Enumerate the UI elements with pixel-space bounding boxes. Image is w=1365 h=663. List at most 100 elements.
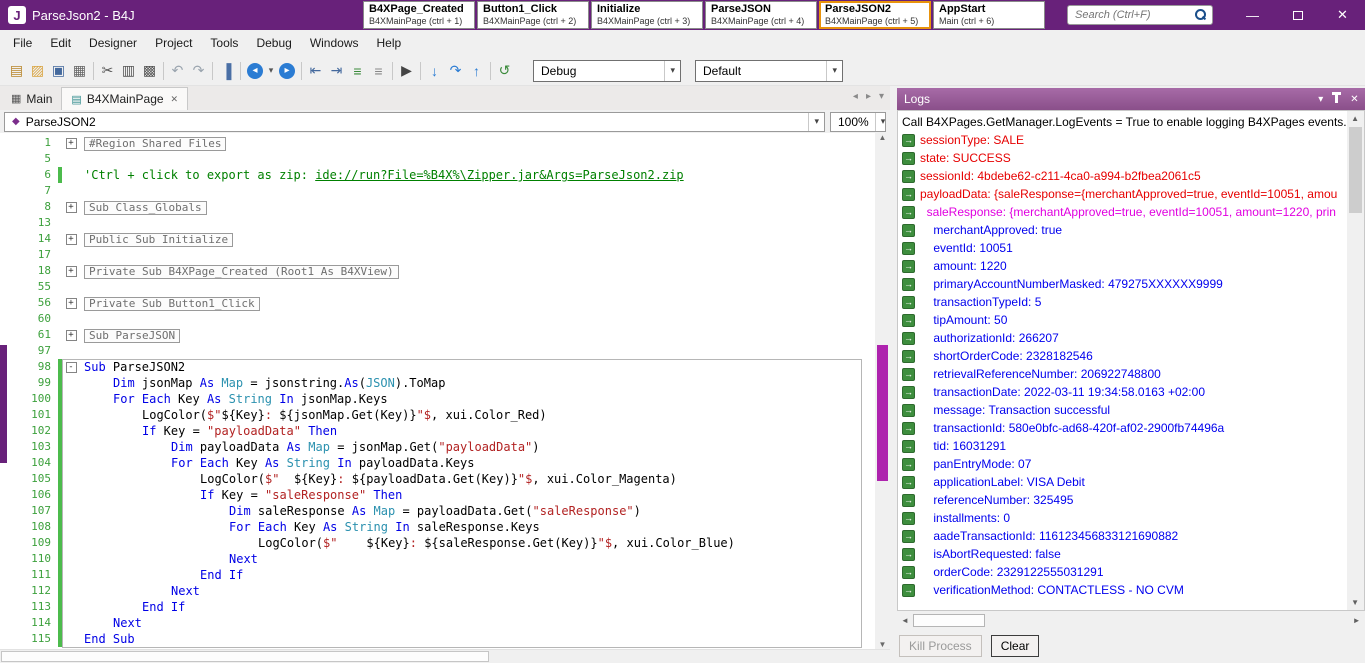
log-entry-icon[interactable]: → [902,296,915,309]
tab-scroll-left-icon[interactable]: ◂ [853,91,858,102]
log-entry-icon[interactable]: → [902,530,915,543]
search-input[interactable] [1073,8,1193,22]
log-entry-icon[interactable]: → [902,548,915,561]
code-line[interactable]: 18+Private Sub B4XPage_Created (Root1 As… [0,263,874,279]
save-all-icon[interactable]: ▦ [69,60,90,82]
code-line[interactable]: 103Dim payloadData As Map = jsonMap.Get(… [0,439,874,455]
code-line[interactable]: 17 [0,247,874,263]
debug-mode-select[interactable]: Debug ▾ [533,60,681,82]
menu-help[interactable]: Help [368,32,411,54]
code-line[interactable]: 14+Public Sub Initialize [0,231,874,247]
code-line[interactable]: 112Next [0,583,874,599]
fold-expand-icon[interactable]: + [66,330,77,341]
outdent-icon[interactable]: ⇤ [305,60,326,82]
log-entry-icon[interactable]: → [902,386,915,399]
indent-icon[interactable]: ⇥ [326,60,347,82]
bookmark-appstart[interactable]: AppStartMain (ctrl + 6) [933,1,1045,29]
kill-process-button[interactable]: Kill Process [899,635,982,657]
code-line[interactable]: 6'Ctrl + click to export as zip: ide://r… [0,167,874,183]
uncomment-icon[interactable]: ≡ [368,60,389,82]
copy-icon[interactable]: ▥ [118,60,139,82]
code-editor[interactable]: 1+#Region Shared Files56'Ctrl + click to… [0,133,890,649]
collapsed-sub-box[interactable]: #Region Shared Files [84,137,226,151]
menu-designer[interactable]: Designer [80,32,146,54]
build-config-select[interactable]: Default ▾ [695,60,843,82]
pin-icon[interactable] [1335,95,1338,103]
scroll-up-icon[interactable]: ▲ [1351,111,1359,126]
log-entry-icon[interactable]: → [902,152,915,165]
code-line[interactable]: 100For Each Key As String In jsonMap.Key… [0,391,874,407]
scroll-down-icon[interactable]: ▼ [1351,595,1359,610]
sub-navigator-select[interactable]: ◆ ParseJSON2 ▾ [4,112,825,132]
menu-tools[interactable]: Tools [201,32,247,54]
menu-file[interactable]: File [4,32,41,54]
bookmark-icon[interactable]: ▐ [216,60,237,82]
log-entry-icon[interactable]: → [902,134,915,147]
editor-horizontal-scrollbar[interactable] [0,649,890,663]
restart-icon[interactable]: ↺ [494,60,515,82]
code-line[interactable]: 8+Sub Class_Globals [0,199,874,215]
bookmark-parsejson[interactable]: ParseJSONB4XMainPage (ctrl + 4) [705,1,817,29]
code-line[interactable]: 5 [0,151,874,167]
maximize-button[interactable] [1275,0,1320,30]
open-project-icon[interactable]: ▨ [27,60,48,82]
minimize-button[interactable]: — [1230,0,1275,30]
navigate-back-icon[interactable]: ◂ [247,63,263,79]
collapsed-sub-box[interactable]: Private Sub Button1_Click [84,297,260,311]
code-line[interactable]: 102If Key = "payloadData" Then [0,423,874,439]
logs-hscroll-thumb[interactable] [913,614,985,627]
scroll-right-icon[interactable]: ► [1349,616,1365,625]
window-position-caret-icon[interactable]: ▾ [1318,94,1323,105]
new-module-icon[interactable]: ▤ [6,60,27,82]
zoom-select[interactable]: 100% ▾ [830,112,886,132]
redo-icon[interactable]: ↷ [188,60,209,82]
code-line[interactable]: 13 [0,215,874,231]
code-line[interactable]: 108For Each Key As String In saleRespons… [0,519,874,535]
log-entry-icon[interactable]: → [902,494,915,507]
log-entry-icon[interactable]: → [902,458,915,471]
log-entry-icon[interactable]: → [902,368,915,381]
menu-project[interactable]: Project [146,32,201,54]
editor-scroll-thumb[interactable] [877,345,888,481]
scroll-left-icon[interactable]: ◄ [897,616,913,625]
code-line[interactable]: 60 [0,311,874,327]
step-out-icon[interactable]: ↑ [466,60,487,82]
code-line[interactable]: 101LogColor($"${Key}: ${jsonMap.Get(Key)… [0,407,874,423]
log-entry-icon[interactable]: → [902,260,915,273]
logs-vertical-scrollbar[interactable]: ▲ ▼ [1347,111,1364,610]
collapsed-sub-box[interactable]: Sub Class_Globals [84,201,207,215]
chevron-down-icon[interactable]: ▾ [808,113,824,131]
code-line[interactable]: 106If Key = "saleResponse" Then [0,487,874,503]
tab-scroll-right-icon[interactable]: ▸ [866,91,871,102]
save-icon[interactable]: ▣ [48,60,69,82]
cut-icon[interactable]: ✂ [97,60,118,82]
log-entry-icon[interactable]: → [902,512,915,525]
code-line[interactable]: 109LogColor($" ${Key}: ${saleResponse.Ge… [0,535,874,551]
logs-horizontal-scrollbar[interactable]: ◄ ► [897,612,1365,629]
back-history-caret-icon[interactable]: ▾ [266,60,276,82]
bookmark-parsejson2[interactable]: ParseJSON2B4XMainPage (ctrl + 5) [819,1,931,29]
code-line[interactable]: 97 [0,343,874,359]
log-entry-icon[interactable]: → [902,224,915,237]
navigate-forward-icon[interactable]: ▸ [279,63,295,79]
fold-expand-icon[interactable]: + [66,138,77,149]
fold-expand-icon[interactable]: + [66,234,77,245]
chevron-down-icon[interactable]: ▾ [875,113,891,131]
log-entry-icon[interactable]: → [902,314,915,327]
log-entry-icon[interactable]: → [902,350,915,363]
bookmark-initialize[interactable]: InitializeB4XMainPage (ctrl + 3) [591,1,703,29]
log-entry-icon[interactable]: → [902,476,915,489]
log-entry-icon[interactable]: → [902,566,915,579]
close-tab-icon[interactable]: ✕ [171,94,179,105]
code-line[interactable]: 61+Sub ParseJSON [0,327,874,343]
bookmark-b4xpage_created[interactable]: B4XPage_CreatedB4XMainPage (ctrl + 1) [363,1,475,29]
pane-splitter[interactable] [890,86,897,663]
log-entry-icon[interactable]: → [902,242,915,255]
log-entry-icon[interactable]: → [902,278,915,291]
editor-vertical-scrollbar[interactable]: ▲ ▼ [875,133,890,649]
log-entry-icon[interactable]: → [902,404,915,417]
log-entry-icon[interactable]: → [902,332,915,345]
code-line[interactable]: 7 [0,183,874,199]
search-icon[interactable] [1193,8,1207,22]
chevron-down-icon[interactable]: ▾ [664,61,680,81]
